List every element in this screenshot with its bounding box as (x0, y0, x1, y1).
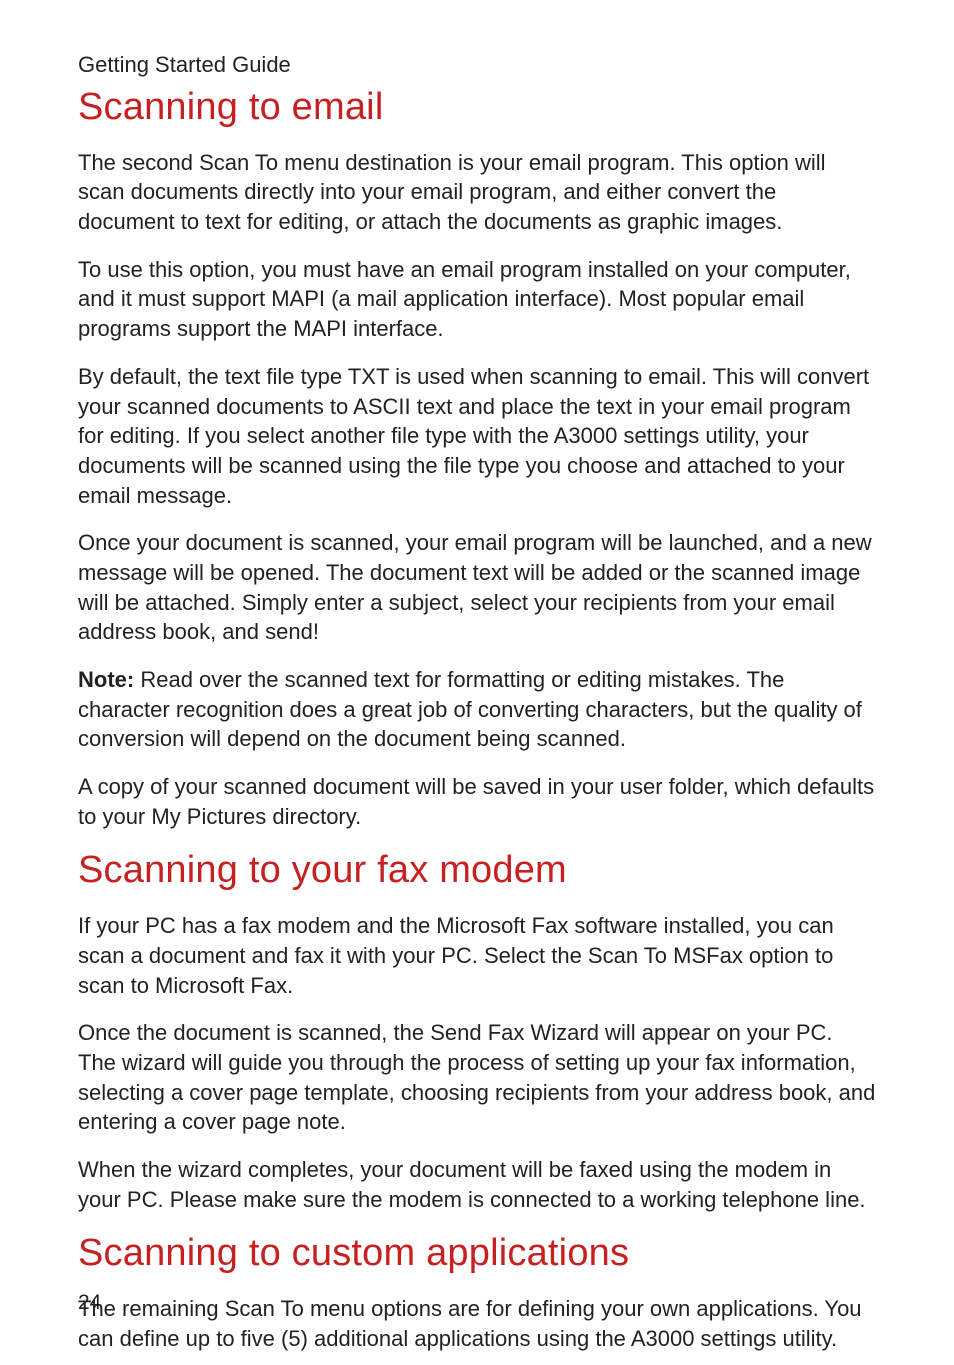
section-heading-scanning-to-fax: Scanning to your fax modem (78, 849, 876, 893)
body-paragraph: Once your document is scanned, your emai… (78, 528, 876, 647)
page-number: 24 (78, 1291, 101, 1315)
section-heading-scanning-to-email: Scanning to email (78, 86, 876, 130)
body-paragraph: A copy of your scanned document will be … (78, 772, 876, 831)
note-text: Read over the scanned text for formattin… (78, 667, 862, 751)
page-header: Getting Started Guide (78, 52, 876, 78)
body-paragraph: Once the document is scanned, the Send F… (78, 1018, 876, 1137)
body-paragraph: The second Scan To menu destination is y… (78, 148, 876, 237)
body-paragraph: When the wizard completes, your document… (78, 1155, 876, 1214)
body-paragraph: To use this option, you must have an ema… (78, 255, 876, 344)
body-paragraph: The remaining Scan To menu options are f… (78, 1294, 876, 1353)
section-heading-scanning-to-custom: Scanning to custom applications (78, 1232, 876, 1276)
body-paragraph: If your PC has a fax modem and the Micro… (78, 911, 876, 1000)
body-paragraph: By default, the text file type TXT is us… (78, 362, 876, 510)
document-page: Getting Started Guide Scanning to email … (0, 0, 954, 1365)
note-label: Note: (78, 667, 134, 692)
note-paragraph: Note: Read over the scanned text for for… (78, 665, 876, 754)
